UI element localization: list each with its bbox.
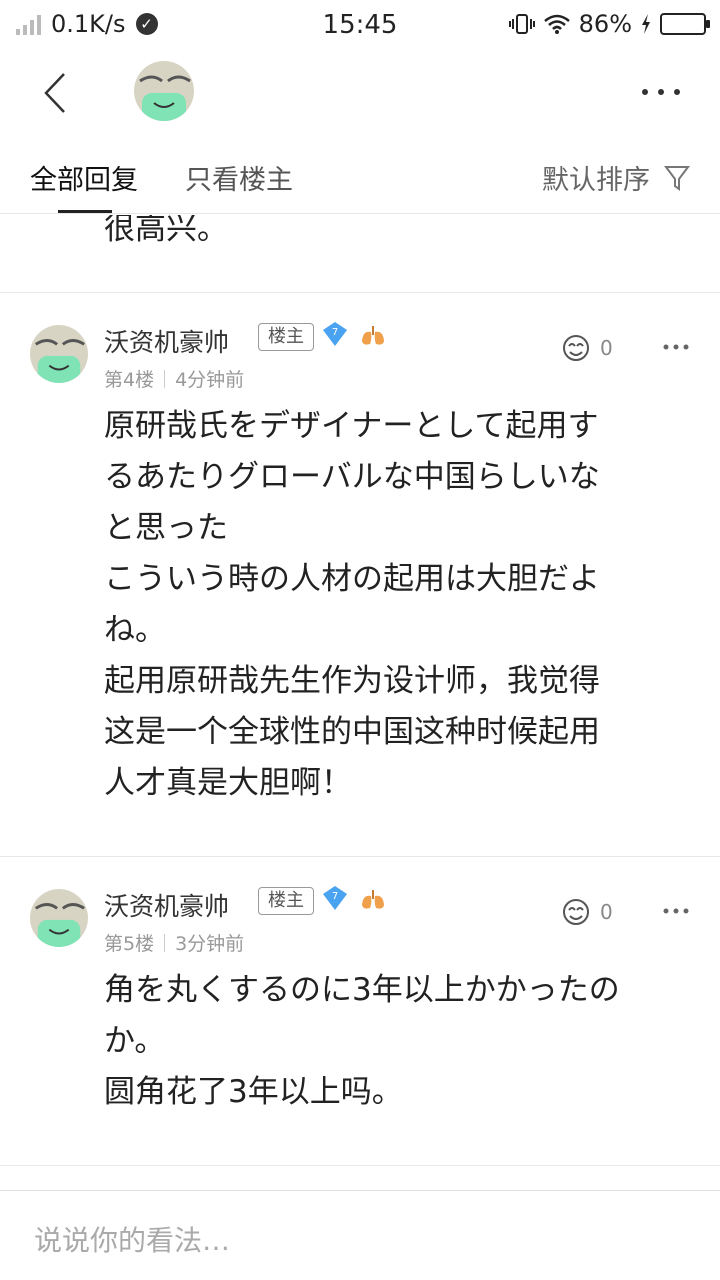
status-right: 86%	[508, 10, 710, 38]
like-count: 0	[600, 336, 613, 360]
comment-bar: 说说你的看法…	[0, 1190, 720, 1280]
thumbs-up-icon	[563, 335, 589, 361]
reply-list: 很高兴。 沃资机豪帅 楼主 7 第4楼 4分钟前 0 原研哉氏をデザイナーとして…	[0, 215, 720, 1190]
floor-number: 第4楼	[104, 369, 155, 391]
more-horizontal-icon[interactable]	[662, 907, 690, 915]
like-button[interactable]: 0	[560, 333, 613, 363]
like-count: 0	[600, 900, 613, 924]
post-meta: 第5楼 3分钟前	[104, 929, 244, 956]
like-button[interactable]: 0	[560, 897, 613, 927]
more-horizontal-icon[interactable]	[662, 343, 690, 351]
op-badge: 楼主	[258, 887, 314, 915]
lungs-icon	[362, 326, 384, 345]
battery-percent: 86%	[578, 10, 632, 38]
chevron-left-icon[interactable]	[38, 68, 78, 118]
post-time: 3分钟前	[175, 933, 245, 955]
username[interactable]: 沃资机豪帅	[104, 323, 229, 359]
post-content: 原研哉氏をデザイナーとして起用す るあたりグローバルな中国らしいな と思った こ…	[104, 408, 600, 801]
level-number: 7	[332, 891, 338, 902]
meta-separator	[164, 369, 166, 388]
username[interactable]: 沃资机豪帅	[104, 887, 229, 923]
top-nav	[0, 50, 720, 136]
floor-number: 第5楼	[104, 933, 155, 955]
post-time: 4分钟前	[175, 369, 245, 391]
op-badge: 楼主	[258, 323, 314, 351]
reply-tabs: 全部回复 只看楼主 默认排序	[0, 136, 720, 214]
active-tab-indicator	[58, 210, 112, 213]
charging-icon	[642, 14, 650, 34]
meta-separator	[164, 933, 166, 952]
thumbs-up-icon	[563, 899, 589, 925]
reply-post: 沃资机豪帅 楼主 7 第5楼 3分钟前 0 角を丸くするのに3年以上かかったの …	[0, 857, 720, 1165]
post-meta: 第4楼 4分钟前	[104, 365, 244, 392]
avatar[interactable]	[134, 61, 194, 121]
avatar[interactable]	[30, 325, 88, 383]
level-diamond-icon: 7	[323, 886, 347, 910]
previous-post-tail: 很高兴。	[104, 215, 228, 247]
lungs-icon	[362, 890, 384, 909]
avatar[interactable]	[30, 889, 88, 947]
vibrate-icon	[508, 14, 535, 34]
comment-input[interactable]: 说说你的看法…	[34, 1219, 230, 1259]
wifi-icon	[543, 14, 570, 34]
level-diamond-icon: 7	[323, 322, 347, 346]
sort-button[interactable]: 默认排序	[542, 158, 690, 197]
sort-label: 默认排序	[542, 165, 650, 196]
filter-icon	[664, 165, 690, 191]
level-number: 7	[332, 327, 338, 338]
more-horizontal-icon[interactable]	[636, 80, 686, 104]
battery-icon	[660, 13, 710, 35]
post-content: 角を丸くするのに3年以上かかったの か。 圆角花了3年以上吗。	[104, 972, 620, 1110]
tab-op-only[interactable]: 只看楼主	[185, 158, 293, 197]
divider	[0, 1165, 720, 1166]
tab-all-replies[interactable]: 全部回复	[30, 158, 138, 197]
status-bar: 0.1K/s ✓ 15:45 86%	[0, 0, 720, 50]
reply-post: 沃资机豪帅 楼主 7 第4楼 4分钟前 0 原研哉氏をデザイナーとして起用す る…	[0, 293, 720, 856]
